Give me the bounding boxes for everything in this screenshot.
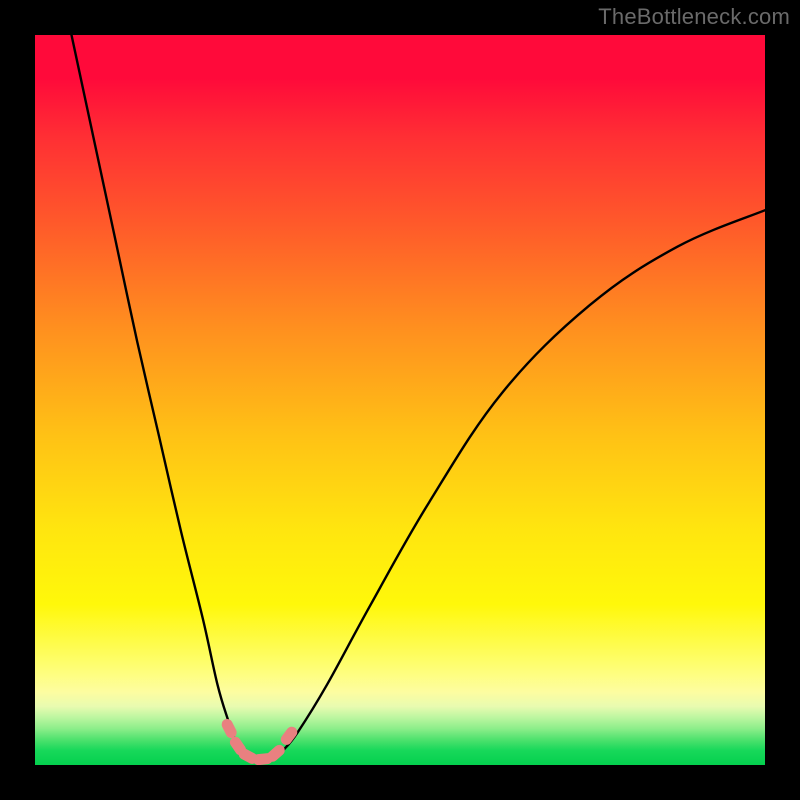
plot-area: [35, 35, 765, 765]
valley-dot: [220, 717, 239, 740]
chart-frame: TheBottleneck.com: [0, 0, 800, 800]
curve-path: [72, 35, 766, 760]
watermark-text: TheBottleneck.com: [598, 4, 790, 30]
bottleneck-curve: [72, 35, 766, 760]
valley-dots: [220, 717, 300, 765]
curve-layer: [35, 35, 765, 765]
